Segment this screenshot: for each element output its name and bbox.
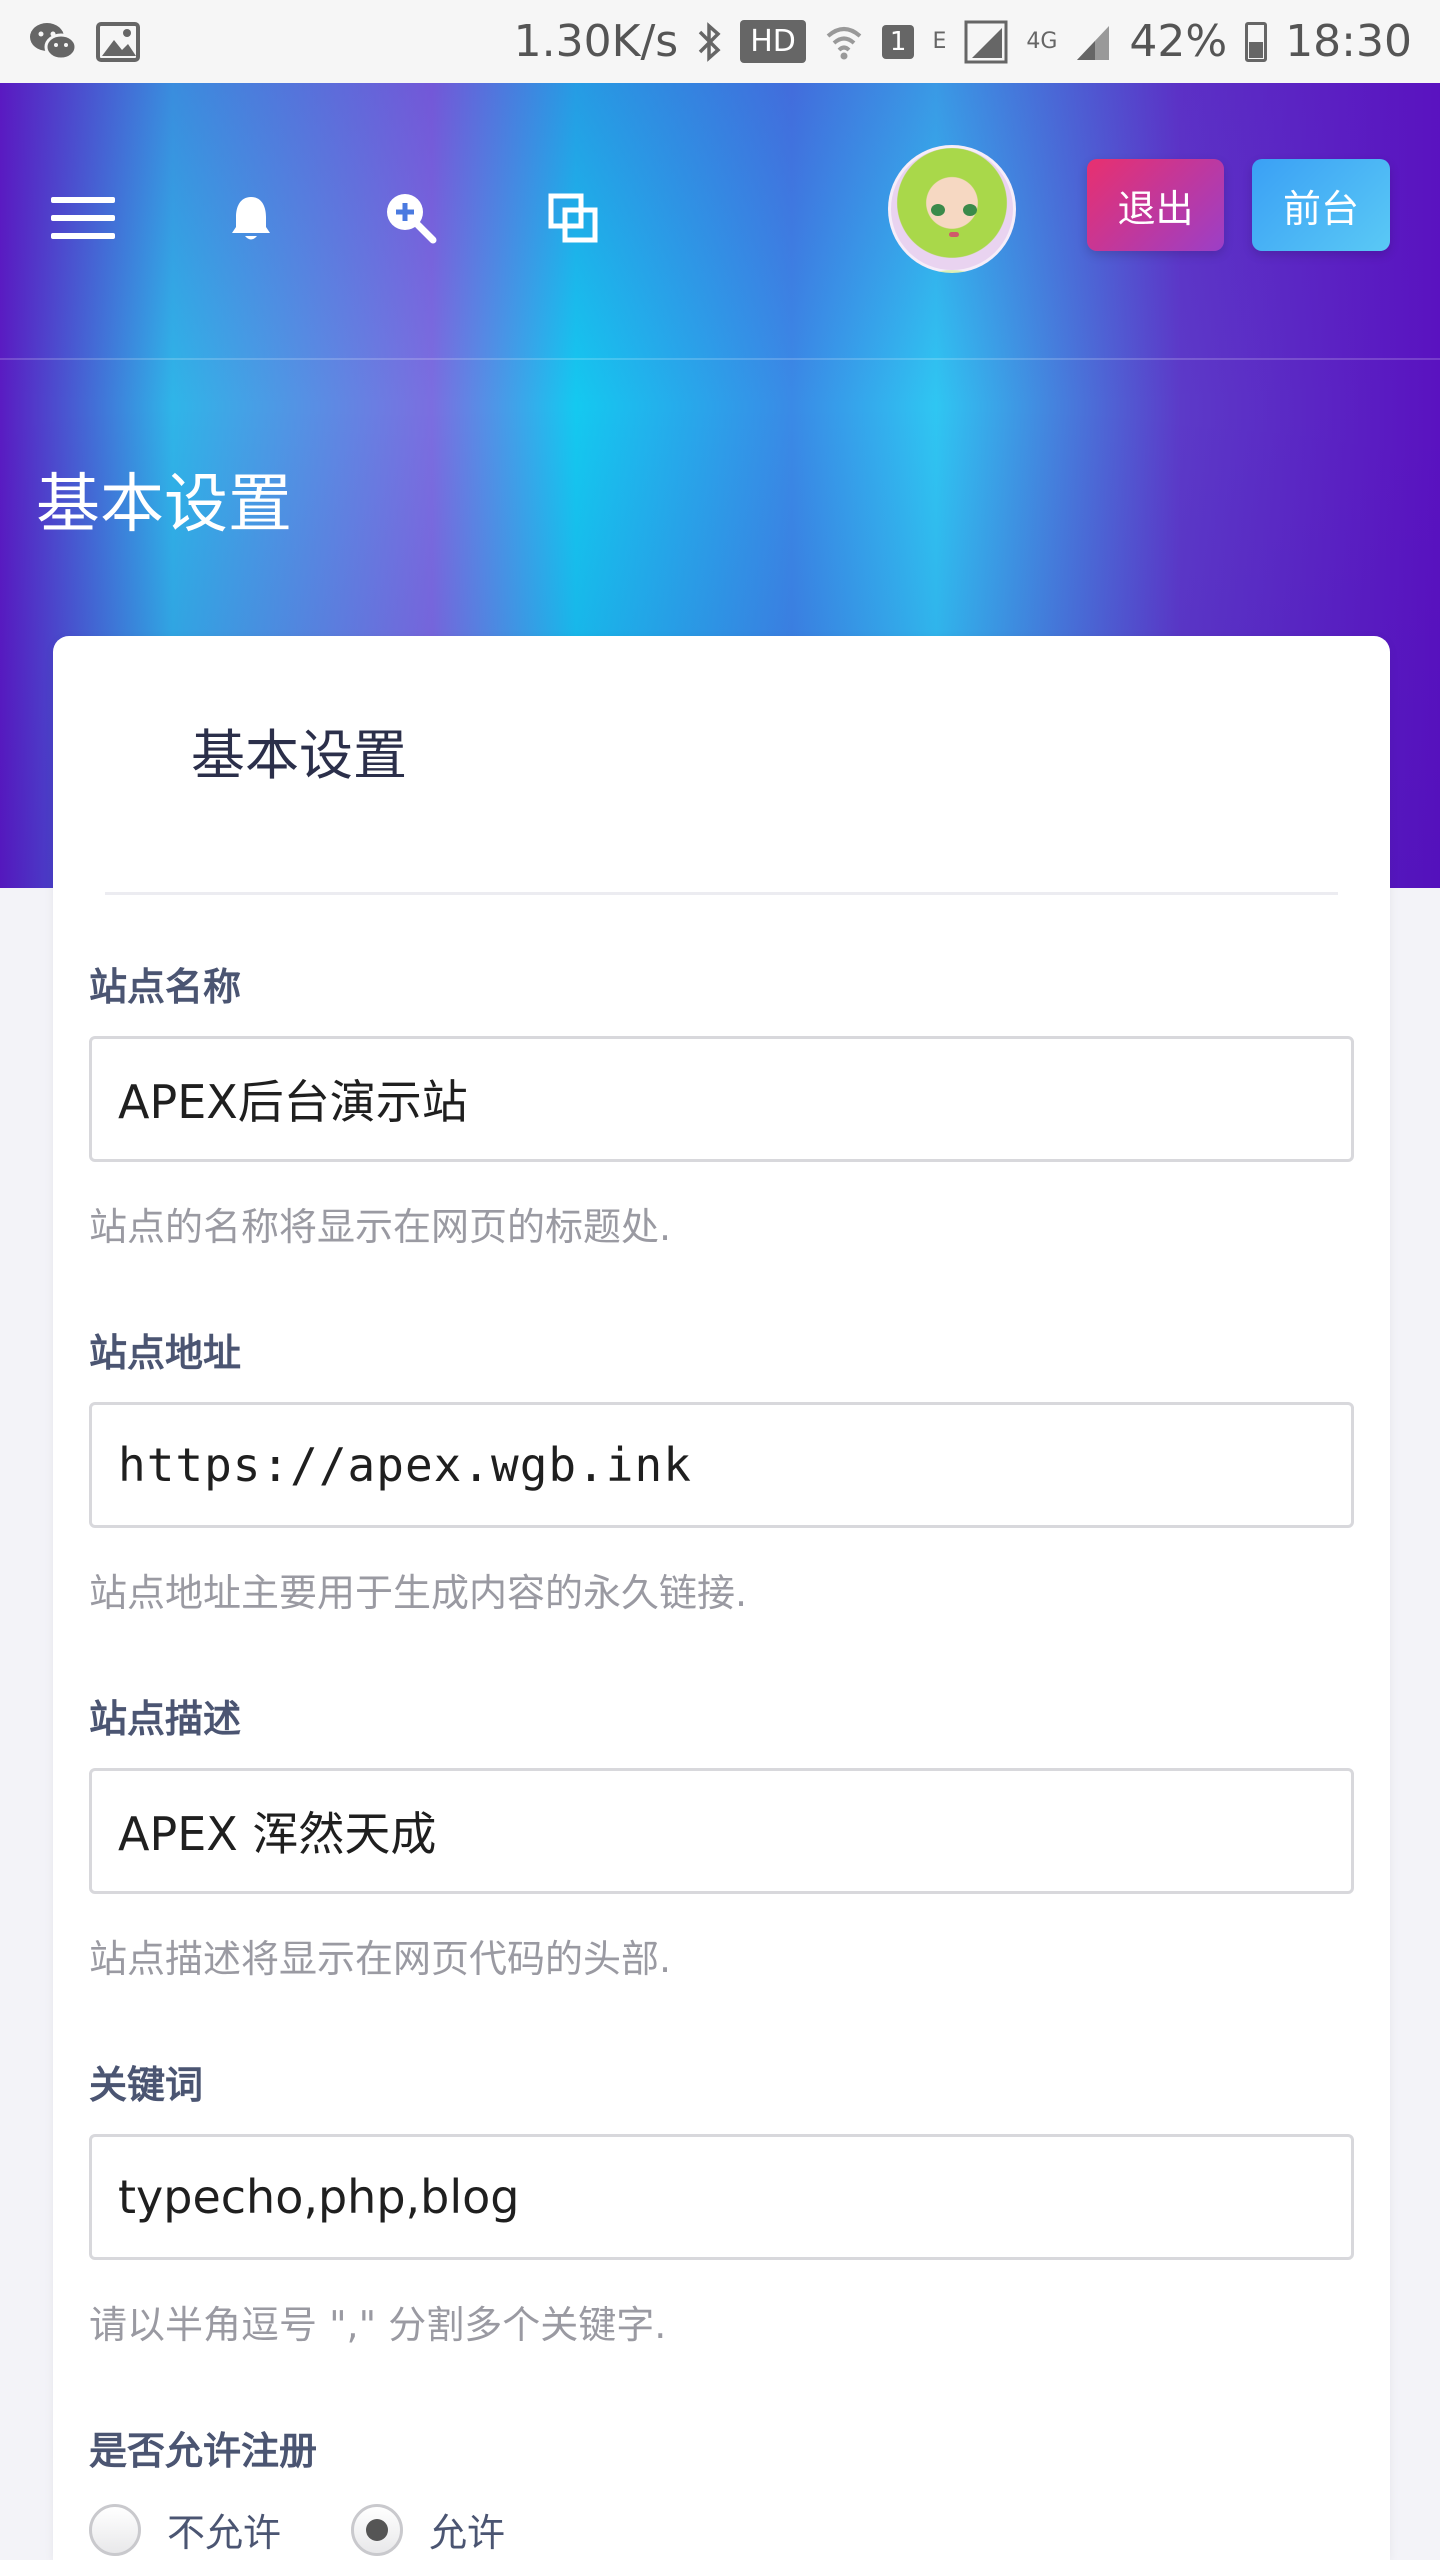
settings-card: 基本设置 站点名称 站点的名称将显示在网页的标题处. 站点地址 站点地址主要用于…: [53, 636, 1390, 2560]
network-speed: 1.30K/s: [513, 16, 679, 67]
site-url-label: 站点地址: [89, 1331, 242, 1375]
site-description-help: 站点描述将显示在网页代码的头部.: [89, 1937, 672, 1981]
logout-button[interactable]: 退出: [1087, 159, 1224, 251]
allow-register-options: 不允许 允许: [89, 2502, 575, 2557]
signal-icon-2: [1075, 22, 1111, 62]
wechat-icon: [28, 20, 78, 64]
keywords-label: 关键词: [89, 2063, 204, 2107]
site-description-input[interactable]: [89, 1768, 1354, 1894]
site-name-input[interactable]: [89, 1036, 1354, 1162]
keywords-input[interactable]: [89, 2134, 1354, 2260]
card-divider: [105, 892, 1338, 895]
bell-icon[interactable]: [216, 183, 286, 253]
frontend-button[interactable]: 前台: [1252, 159, 1390, 251]
keywords-help: 请以半角逗号 "," 分割多个关键字.: [89, 2303, 667, 2347]
hd-badge: HD: [740, 20, 806, 63]
search-plus-icon[interactable]: [376, 183, 446, 253]
radio-disallow-label: 不允许: [167, 2511, 282, 2555]
status-bar-right: 1.30K/s HD 1 E 4G 42% 18:30: [514, 16, 1412, 67]
header-divider: [0, 358, 1440, 360]
site-url-help: 站点地址主要用于生成内容的永久链接.: [89, 1571, 748, 1615]
radio-option-disallow[interactable]: 不允许: [89, 2502, 281, 2557]
user-avatar[interactable]: [888, 145, 1016, 273]
avatar-mouth: [949, 232, 959, 237]
battery-percent: 42%: [1129, 16, 1228, 67]
window-restore-icon[interactable]: [538, 183, 608, 253]
top-navbar: 退出 前台: [0, 83, 1440, 358]
site-description-label: 站点描述: [89, 1697, 242, 1741]
radio-disallow[interactable]: [89, 2503, 141, 2556]
page-title: 基本设置: [36, 468, 292, 542]
menu-icon[interactable]: [48, 183, 118, 253]
allow-register-label: 是否允许注册: [89, 2429, 318, 2473]
status-bar-left: [28, 20, 140, 64]
lte-label: 4G: [1026, 29, 1058, 54]
avatar-eye-left: [931, 204, 945, 216]
bluetooth-icon: [696, 20, 722, 64]
site-url-input[interactable]: [89, 1402, 1354, 1528]
battery-icon: [1245, 21, 1268, 62]
sim-badge: 1: [881, 24, 915, 59]
site-name-label: 站点名称: [89, 965, 242, 1009]
radio-allow[interactable]: [351, 2503, 404, 2556]
card-title: 基本设置: [191, 724, 407, 787]
site-name-help: 站点的名称将显示在网页的标题处.: [89, 1205, 672, 1249]
status-bar: 1.30K/s HD 1 E 4G 42% 18:30: [0, 0, 1440, 83]
radio-option-allow[interactable]: 允许: [351, 2502, 505, 2557]
edge-label: E: [932, 29, 947, 54]
clock: 18:30: [1285, 16, 1412, 67]
signal-icon: [964, 20, 1008, 64]
radio-allow-label: 允许: [429, 2511, 506, 2555]
image-icon: [96, 21, 140, 62]
wifi-icon: [824, 22, 864, 62]
avatar-eye-right: [963, 204, 977, 216]
